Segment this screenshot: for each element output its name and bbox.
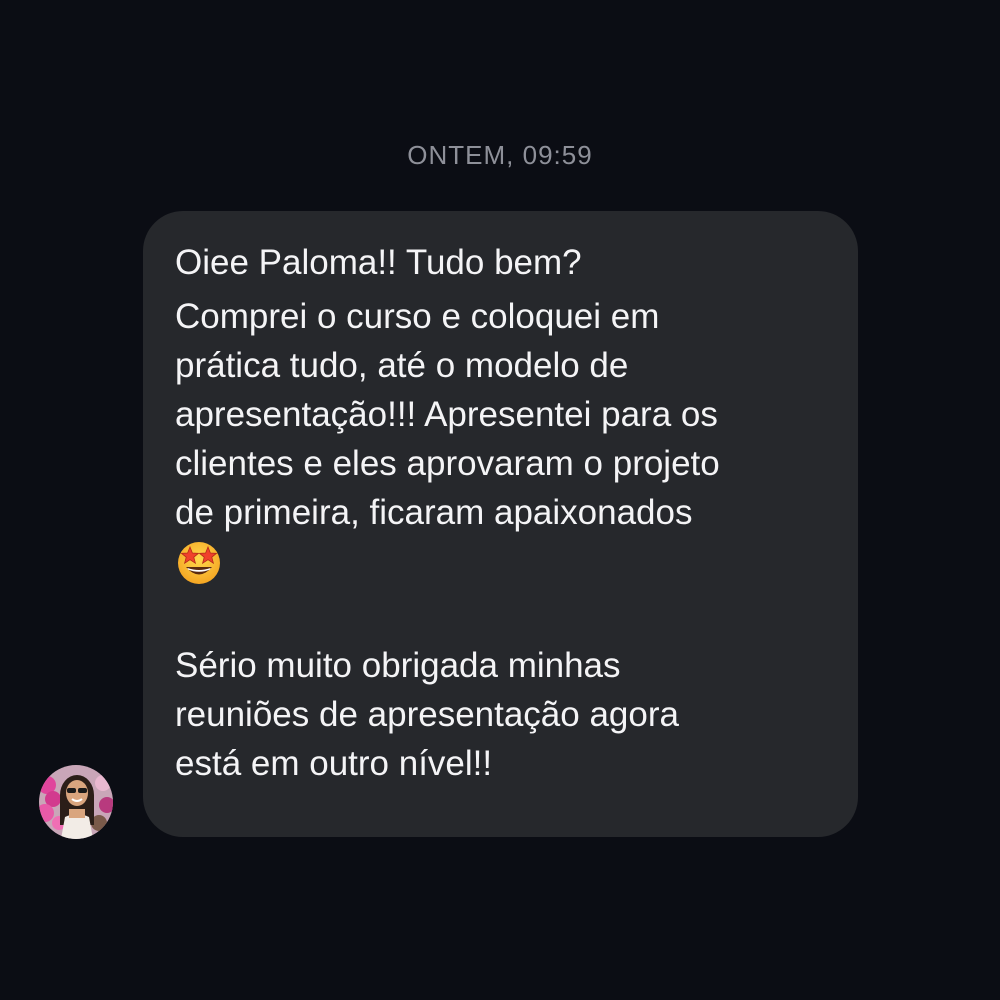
message-line: Comprei o curso e coloquei em — [175, 297, 660, 336]
star-struck-emoji-icon — [178, 541, 220, 584]
message-line: de primeira, ficaram apaixonados — [175, 493, 693, 532]
emoji-line — [175, 537, 838, 586]
message-line: está em outro nível!! — [175, 744, 493, 783]
avatar-photo-icon — [39, 765, 113, 839]
message-bubble[interactable]: Oiee Paloma!! Tudo bem? Comprei o curso … — [143, 211, 858, 837]
message-line: prática tudo, até o modelo de — [175, 346, 629, 385]
message-greeting: Oiee Paloma!! Tudo bem? — [175, 243, 582, 282]
message-line: clientes e eles aprovaram o projeto — [175, 444, 720, 483]
message-line: reuniões de apresentação agora — [175, 695, 679, 734]
chat-timestamp: ONTEM, 09:59 — [407, 140, 593, 170]
sender-avatar[interactable] — [39, 765, 113, 839]
message-line: apresentação!!! Apresentei para os — [175, 395, 718, 434]
message-line: Sério muito obrigada minhas — [175, 646, 621, 685]
